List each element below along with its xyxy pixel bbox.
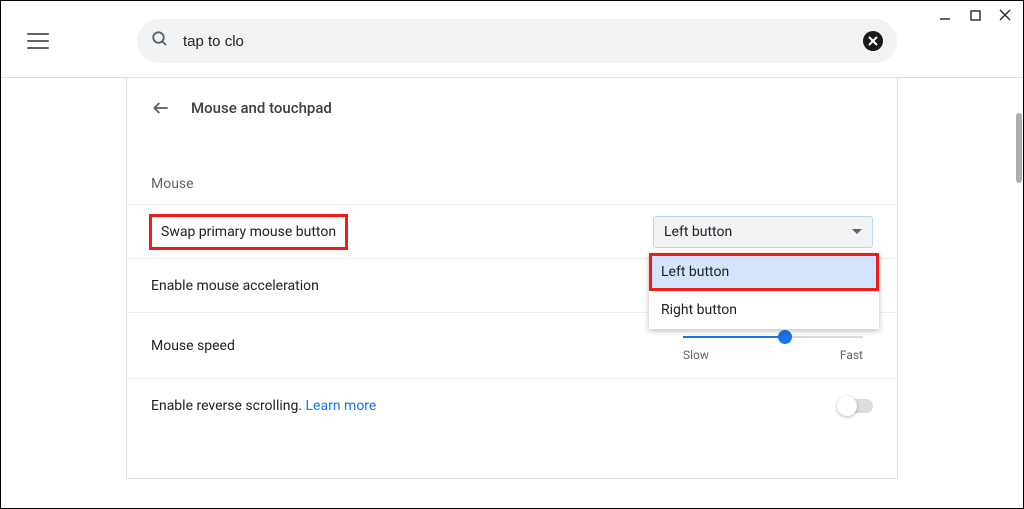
section-heading-mouse: Mouse (127, 138, 897, 204)
back-arrow-icon[interactable] (151, 98, 171, 118)
search-input[interactable] (183, 33, 849, 50)
page-title: Mouse and touchpad (191, 99, 332, 117)
toggle-knob (837, 396, 857, 416)
menu-icon[interactable] (27, 30, 49, 52)
slider-label-fast: Fast (840, 348, 863, 362)
app-header (1, 1, 1023, 78)
search-icon (151, 30, 169, 52)
slider-thumb[interactable] (778, 330, 792, 344)
setting-row-reverse-scroll: Enable reverse scrolling. Learn more (127, 378, 897, 432)
window-minimize-button[interactable] (937, 7, 953, 23)
window-close-button[interactable] (997, 7, 1013, 23)
clear-search-button[interactable] (863, 31, 883, 51)
setting-row-swap-button: Swap primary mouse button Left button Le… (127, 204, 897, 258)
mouse-speed-label: Mouse speed (151, 338, 235, 354)
dropdown-option-left[interactable]: Left button (649, 253, 879, 291)
swap-primary-select[interactable]: Left button Left button Right button (653, 216, 873, 248)
swap-primary-selected-value: Left button (664, 224, 732, 240)
window-maximize-button[interactable] (967, 7, 983, 23)
swap-primary-label: Swap primary mouse button (151, 216, 346, 248)
reverse-scroll-label: Enable reverse scrolling. (151, 398, 306, 414)
chevron-down-icon (852, 229, 862, 234)
swap-primary-dropdown: Left button Right button (649, 253, 879, 329)
mouse-speed-slider[interactable] (683, 330, 863, 344)
search-field[interactable] (137, 19, 897, 63)
mouse-accel-label: Enable mouse acceleration (151, 278, 319, 294)
slider-label-slow: Slow (683, 348, 709, 362)
reverse-scroll-toggle[interactable] (839, 399, 873, 413)
settings-panel: Mouse and touchpad Mouse Swap primary mo… (127, 78, 897, 478)
learn-more-link[interactable]: Learn more (306, 398, 377, 414)
scrollbar[interactable] (1016, 113, 1022, 183)
dropdown-option-right[interactable]: Right button (649, 291, 879, 329)
